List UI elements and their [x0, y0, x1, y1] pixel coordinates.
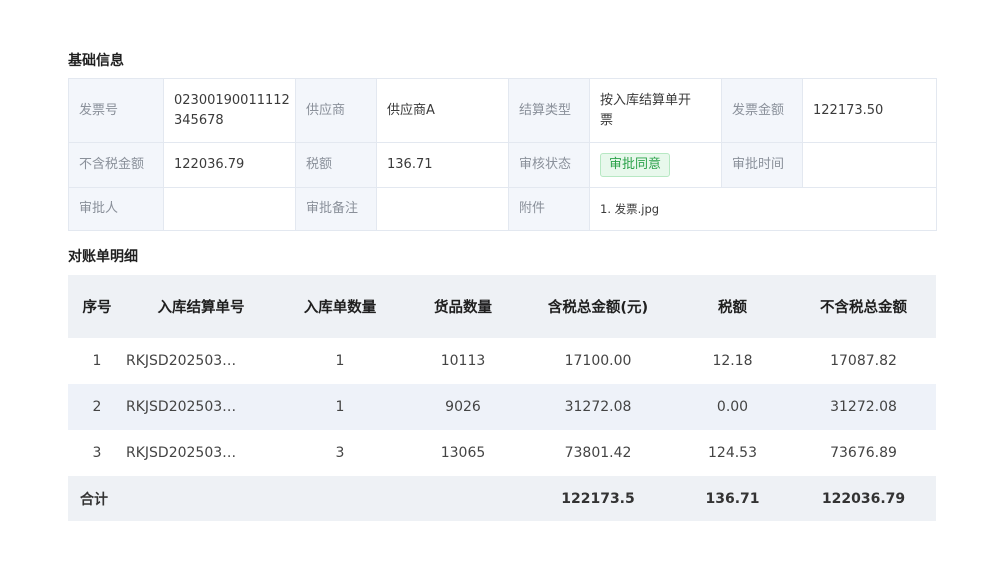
tax-label: 税额 [295, 142, 377, 188]
col-header-total-with-tax: 含税总金额(元) [522, 275, 674, 338]
col-header-tax: 税额 [674, 275, 791, 338]
cell-index: 2 [68, 384, 126, 430]
reconciliation-detail-table: 序号 入库结算单号 入库单数量 货品数量 含税总金额(元) 税额 不含税总金额 … [68, 275, 936, 521]
ex-tax-amount-label: 不含税金额 [68, 142, 164, 188]
review-status-label: 审核状态 [508, 142, 590, 188]
table-row: 3 RKJSD202503… 3 13065 73801.42 124.53 7… [68, 430, 936, 476]
review-time-value [802, 142, 937, 188]
col-header-index: 序号 [68, 275, 126, 338]
table-row: 1 RKJSD202503… 1 10113 17100.00 12.18 17… [68, 338, 936, 384]
cell-settle-no: RKJSD202503… [126, 338, 276, 384]
cell-total-ex-tax: 17087.82 [791, 338, 936, 384]
detail-title: 对账单明细 [68, 249, 138, 265]
cell-inbound-count: 3 [276, 430, 404, 476]
col-header-goods-qty: 货品数量 [404, 275, 522, 338]
cell-total-ex-tax: 31272.08 [791, 384, 936, 430]
approver-value [163, 187, 296, 231]
tax-value: 136.71 [376, 142, 509, 188]
invoice-no-label: 发票号 [68, 78, 164, 143]
cell-goods-qty: 10113 [404, 338, 522, 384]
cell-index: 3 [68, 430, 126, 476]
cell-total-with-tax: 31272.08 [522, 384, 674, 430]
col-header-inbound-count: 入库单数量 [276, 275, 404, 338]
cell-inbound-count: 1 [276, 384, 404, 430]
cell-settle-no: RKJSD202503… [126, 384, 276, 430]
cell-total-with-tax: 73801.42 [522, 430, 674, 476]
attachment-label: 附件 [508, 187, 590, 231]
review-time-label: 审批时间 [721, 142, 803, 188]
total-tax: 136.71 [674, 476, 791, 521]
review-remark-label: 审批备注 [295, 187, 377, 231]
supplier-value: 供应商A [376, 78, 509, 143]
cell-index: 1 [68, 338, 126, 384]
cell-tax: 124.53 [674, 430, 791, 476]
cell-tax: 0.00 [674, 384, 791, 430]
cell-settle-no: RKJSD202503… [126, 430, 276, 476]
col-header-total-ex-tax: 不含税总金额 [791, 275, 936, 338]
invoice-no-value: 02300190011112 345678 [163, 78, 296, 143]
cell-tax: 12.18 [674, 338, 791, 384]
total-label: 合计 [68, 476, 522, 521]
attachment-link[interactable]: 1. 发票.jpg [600, 202, 659, 216]
ex-tax-amount-value: 122036.79 [163, 142, 296, 188]
settle-type-value: 按入库结算单开票 [589, 78, 722, 143]
cell-total-with-tax: 17100.00 [522, 338, 674, 384]
invoice-amount-value: 122173.50 [802, 78, 937, 143]
table-row: 2 RKJSD202503… 1 9026 31272.08 0.00 3127… [68, 384, 936, 430]
basic-info-grid: 发票号 02300190011112 345678 供应商 供应商A 结算类型 按… [68, 78, 937, 231]
cell-goods-qty: 13065 [404, 430, 522, 476]
approver-label: 审批人 [68, 187, 164, 231]
cell-total-ex-tax: 73676.89 [791, 430, 936, 476]
cell-goods-qty: 9026 [404, 384, 522, 430]
cell-inbound-count: 1 [276, 338, 404, 384]
invoice-amount-label: 发票金额 [721, 78, 803, 143]
total-amount-ex-tax: 122036.79 [791, 476, 936, 521]
basic-info-title: 基础信息 [68, 53, 124, 69]
col-header-settle-no: 入库结算单号 [126, 275, 276, 338]
status-badge: 审批同意 [600, 153, 671, 177]
review-remark-value [376, 187, 509, 231]
table-total-row: 合计 122173.5 136.71 122036.79 [68, 476, 936, 521]
settle-type-label: 结算类型 [508, 78, 590, 143]
total-amount-with-tax: 122173.5 [522, 476, 674, 521]
supplier-label: 供应商 [295, 78, 377, 143]
table-header-row: 序号 入库结算单号 入库单数量 货品数量 含税总金额(元) 税额 不含税总金额 [68, 275, 936, 338]
